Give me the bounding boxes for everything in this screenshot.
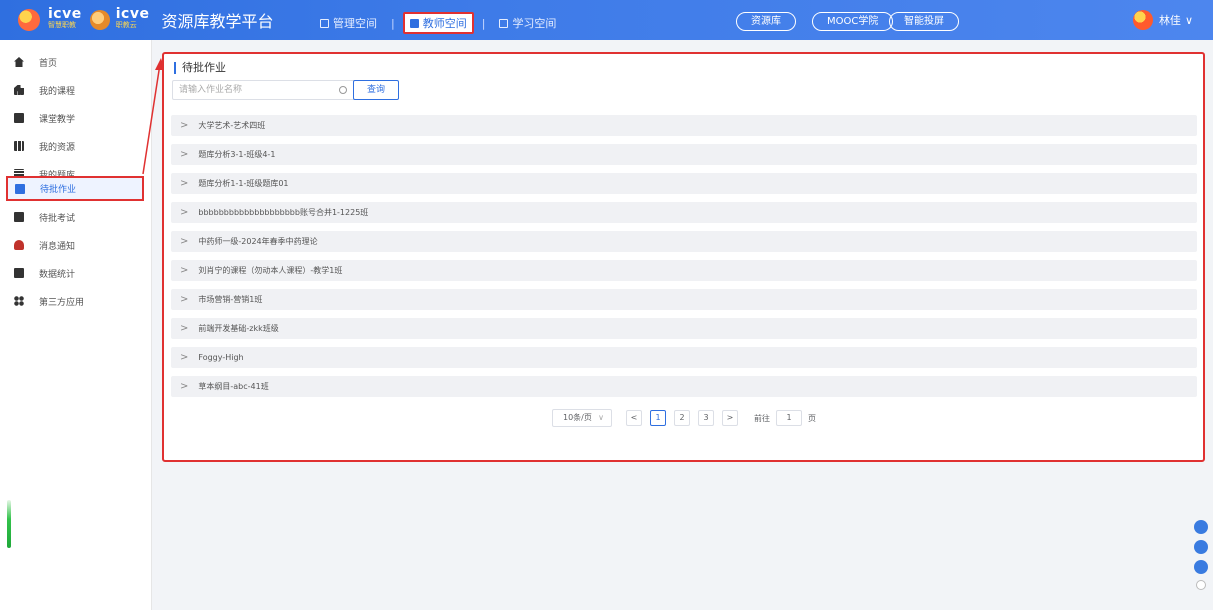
chevron-down-icon: ∨ <box>598 413 604 422</box>
page-button-1[interactable]: 1 <box>650 410 666 426</box>
goto-suffix: 页 <box>808 413 816 423</box>
download-icon[interactable] <box>1194 540 1208 554</box>
sidebar-item-notifications[interactable]: 消息通知 <box>0 231 152 259</box>
chevron-right-icon: > <box>180 236 189 247</box>
customer-service-icon[interactable] <box>1194 520 1208 534</box>
classroom-icon <box>14 113 24 123</box>
sidebar-item-classroom[interactable]: 课堂教学 <box>0 104 152 132</box>
sidebar-item-pending-homework[interactable]: 待批作业 <box>6 176 144 201</box>
top-nav: 管理空间 | 教师空间 | 学习空间 <box>314 12 562 34</box>
logo-icve-primary: icve 智慧职教 <box>48 6 82 29</box>
goto-label: 前往 <box>754 413 770 423</box>
nav-manage-space[interactable]: 管理空间 <box>314 13 383 33</box>
logo-mark-icon <box>18 9 40 31</box>
logo-mark-secondary-icon <box>89 10 110 30</box>
page-size-select[interactable]: 10条/页 ∨ <box>552 409 612 427</box>
resource-icon <box>14 141 24 151</box>
chevron-down-icon: ∨ <box>1184 13 1193 27</box>
list-item[interactable]: > Foggy-High <box>171 347 1197 368</box>
top-header: icve 智慧职教 icve 职教云 资源库教学平台 管理空间 | 教师空间 | 学… <box>0 0 1213 40</box>
settings-icon[interactable] <box>1196 580 1206 590</box>
query-button[interactable]: 查询 <box>353 80 399 100</box>
sidebar-item-home[interactable]: 首页 <box>0 48 152 76</box>
search-input[interactable]: 请输入作业名称 <box>172 80 356 100</box>
notification-icon <box>14 240 24 250</box>
manage-space-icon <box>320 18 329 28</box>
chevron-right-icon: > <box>180 149 189 160</box>
list-item[interactable]: > 题库分析1-1-班级题库01 <box>171 173 1197 194</box>
search-icon[interactable] <box>339 86 347 94</box>
list-item[interactable]: > 刘肖宁的课程（勿动本人课程）-教学1班 <box>171 260 1197 281</box>
sidebar-item-statistics[interactable]: 数据统计 <box>0 259 152 287</box>
list-item[interactable]: > bbbbbbbbbbbbbbbbbbbb账号合并1-1225班 <box>171 202 1197 223</box>
nav-study-space[interactable]: 学习空间 <box>493 13 562 33</box>
sidebar: 首页 我的课程 课堂教学 我的资源 我的题库 待批作业 待批考试 消息通知 数据… <box>0 40 152 610</box>
nav-teacher-space[interactable]: 教师空间 <box>402 12 474 34</box>
list-item[interactable]: > 前端开发基础-zkk班级 <box>171 318 1197 339</box>
nav-separator: | <box>481 16 486 30</box>
help-icon[interactable] <box>1194 560 1208 574</box>
chevron-right-icon: > <box>180 352 189 363</box>
prev-page-button[interactable]: < <box>626 410 642 426</box>
list-item[interactable]: > 大学艺术-艺术四班 <box>171 115 1197 136</box>
pagination: 10条/页 ∨ < 1 2 3 > 前往 1 页 <box>552 409 816 427</box>
sidebar-item-third-party-apps[interactable]: 第三方应用 <box>0 287 152 315</box>
sidebar-item-my-courses[interactable]: 我的课程 <box>0 76 152 104</box>
scroll-indicator[interactable] <box>7 500 11 548</box>
smart-cast-button[interactable]: 智能投屏 <box>889 12 959 31</box>
logo-area[interactable]: icve 智慧职教 icve 职教云 资源库教学平台 <box>18 6 274 32</box>
home-icon <box>14 57 24 67</box>
list-item[interactable]: > 中药师一级-2024年春季中药理论 <box>171 231 1197 252</box>
sidebar-item-my-resources[interactable]: 我的资源 <box>0 132 152 160</box>
goto-page-input[interactable]: 1 <box>776 410 802 426</box>
list-item[interactable]: > 题库分析3-1-班级4-1 <box>171 144 1197 165</box>
avatar <box>1132 10 1153 30</box>
platform-title: 资源库教学平台 <box>161 12 274 31</box>
chevron-right-icon: > <box>180 120 189 131</box>
third-party-app-icon <box>14 296 24 306</box>
statistics-icon <box>14 268 24 278</box>
teacher-space-icon <box>409 18 419 28</box>
page-button-3[interactable]: 3 <box>698 410 714 426</box>
exam-icon <box>14 212 24 222</box>
user-name: 林佳 <box>1158 14 1181 27</box>
page-button-2[interactable]: 2 <box>674 410 690 426</box>
floating-toolbar <box>1192 520 1210 596</box>
homework-icon <box>15 183 25 194</box>
resource-library-button[interactable]: 资源库 <box>736 12 796 31</box>
study-space-icon <box>499 18 509 28</box>
mooc-college-button[interactable]: MOOC学院 <box>812 12 894 31</box>
chevron-right-icon: > <box>180 381 189 392</box>
nav-separator: | <box>391 16 395 30</box>
page-title: 待批作业 <box>174 62 226 74</box>
list-item[interactable]: > 市场营销-营销1班 <box>171 289 1197 310</box>
chevron-right-icon: > <box>180 294 189 305</box>
sidebar-item-pending-exams[interactable]: 待批考试 <box>0 203 152 231</box>
user-menu[interactable]: 林佳 ∨ <box>1132 10 1193 30</box>
chevron-right-icon: > <box>180 207 189 218</box>
chevron-right-icon: > <box>180 323 189 334</box>
course-icon <box>14 85 24 95</box>
list-item[interactable]: > 草本纲目-abc-41班 <box>171 376 1197 397</box>
logo-icve-secondary: icve 职教云 <box>115 6 150 29</box>
chevron-right-icon: > <box>180 265 189 276</box>
chevron-right-icon: > <box>180 178 189 189</box>
pending-homework-panel: 待批作业 请输入作业名称 查询 > 大学艺术-艺术四班 > 题库分析3-1-班级… <box>162 52 1205 462</box>
next-page-button[interactable]: > <box>722 410 738 426</box>
